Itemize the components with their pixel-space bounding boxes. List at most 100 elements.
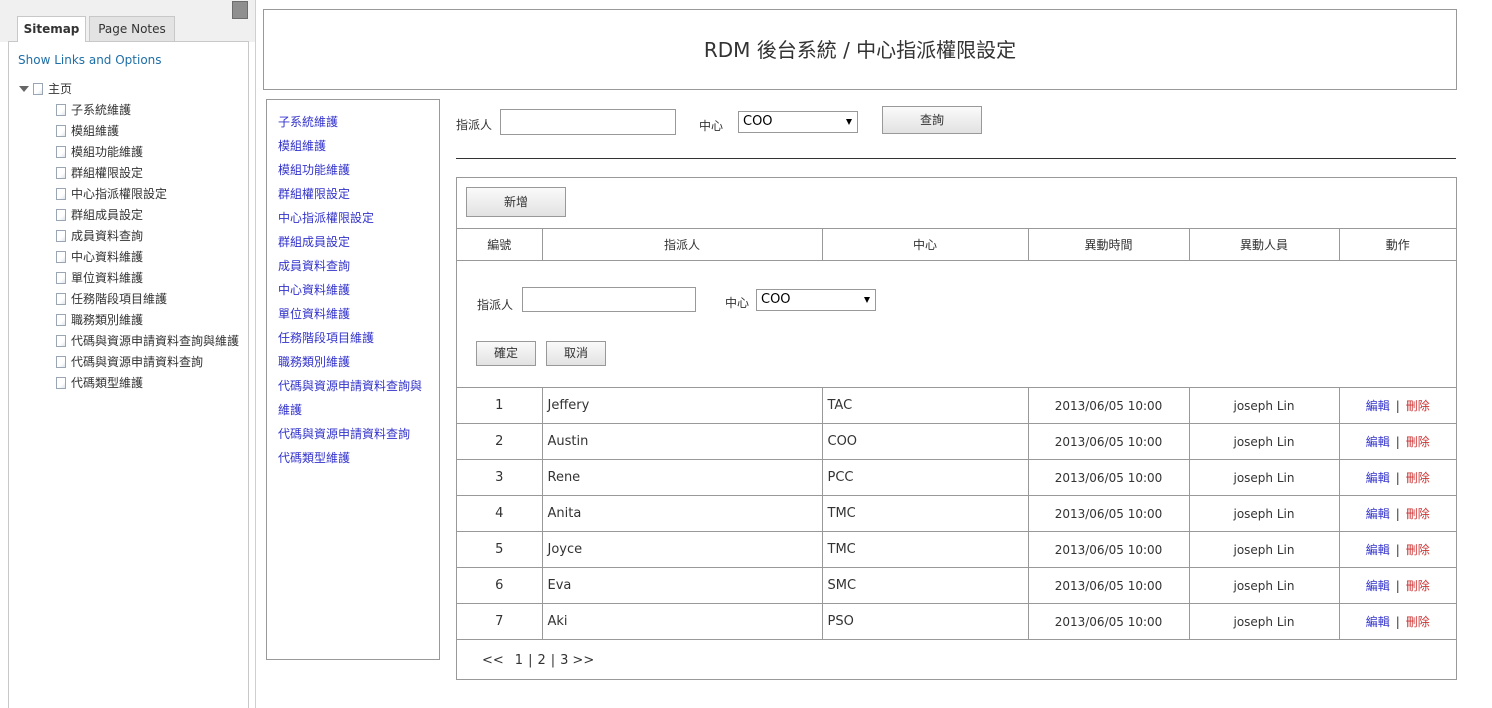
search-center-label: 中心 [699, 119, 724, 133]
tree-item[interactable]: 群組成員設定 [56, 207, 239, 228]
nav-link[interactable]: 職務類別維護 [278, 355, 350, 369]
form-center-value: COO [761, 292, 791, 307]
cell-assignee: Rene [541, 459, 823, 496]
nav-link[interactable]: 模組功能維護 [278, 163, 350, 177]
tree-item[interactable]: 中心資料維護 [56, 249, 239, 270]
expand-arrow-icon[interactable] [19, 85, 29, 92]
tree-item[interactable]: 模組維護 [56, 123, 239, 144]
page-icon [56, 166, 66, 179]
edit-link[interactable]: 編輯 [1366, 579, 1390, 593]
cell-id: 6 [457, 567, 543, 604]
form-assignee-input[interactable] [522, 287, 696, 312]
query-button[interactable]: 查詢 [882, 106, 982, 134]
action-separator: | [1395, 435, 1400, 449]
nav-link[interactable]: 中心資料維護 [278, 283, 350, 297]
cancel-button[interactable]: 取消 [546, 341, 606, 366]
tree-item[interactable]: 任務階段項目維護 [56, 291, 239, 312]
nav-link[interactable]: 中心指派權限設定 [278, 211, 374, 225]
nav-item[interactable]: 代碼類型維護 [278, 446, 428, 470]
page-icon [56, 145, 66, 158]
edit-link[interactable]: 編輯 [1366, 471, 1390, 485]
collapse-pane-button[interactable] [232, 1, 248, 19]
tab-sitemap[interactable]: Sitemap [17, 16, 86, 42]
form-center-select[interactable]: COO [756, 289, 876, 311]
pager-page[interactable]: 1 [515, 653, 523, 668]
nav-link[interactable]: 代碼類型維護 [278, 451, 350, 465]
nav-item[interactable]: 群組成員設定 [278, 230, 428, 254]
column-header-id: 編號 [457, 228, 543, 261]
cell-id: 1 [457, 387, 543, 424]
tree-item[interactable]: 子系統維護 [56, 102, 239, 123]
nav-item[interactable]: 模組功能維護 [278, 158, 428, 182]
edit-link[interactable]: 編輯 [1366, 399, 1390, 413]
tree-item[interactable]: 群組權限設定 [56, 165, 239, 186]
delete-link[interactable]: 刪除 [1406, 507, 1430, 521]
delete-link[interactable]: 刪除 [1406, 615, 1430, 629]
nav-item[interactable]: 職務類別維護 [278, 350, 428, 374]
nav-item[interactable]: 任務階段項目維護 [278, 326, 428, 350]
nav-item[interactable]: 模組維護 [278, 134, 428, 158]
delete-link[interactable]: 刪除 [1406, 399, 1430, 413]
pager-page[interactable]: 3 [560, 653, 568, 668]
nav-link[interactable]: 代碼與資源申請資料查詢 [278, 427, 410, 441]
delete-link[interactable]: 刪除 [1406, 579, 1430, 593]
nav-link[interactable]: 群組權限設定 [278, 187, 350, 201]
pager-next[interactable]: >> [572, 653, 594, 668]
nav-item[interactable]: 子系統維護 [278, 110, 428, 134]
tree-item[interactable]: 模組功能維護 [56, 144, 239, 165]
tree-item[interactable]: 代碼與資源申請資料查詢 [56, 354, 239, 375]
nav-link[interactable]: 任務階段項目維護 [278, 331, 374, 345]
nav-item[interactable]: 中心指派權限設定 [278, 206, 428, 230]
cell-assignee: Anita [541, 495, 823, 532]
tree-root-node[interactable]: 主页 [19, 81, 72, 97]
tree-item-label: 單位資料維護 [71, 271, 144, 285]
delete-link[interactable]: 刪除 [1406, 471, 1430, 485]
tree-item[interactable]: 成員資料查詢 [56, 228, 239, 249]
page-icon [56, 292, 66, 305]
edit-link[interactable]: 編輯 [1366, 435, 1390, 449]
cell-time: 2013/06/05 10:00 [1027, 423, 1190, 460]
search-center-select[interactable]: COO [738, 111, 858, 133]
tree-item[interactable]: 職務類別維護 [56, 312, 239, 333]
nav-list: 子系統維護模組維護模組功能維護 群組權限設定中心指派權限設定 群組成員設定 成員資料查… [267, 100, 439, 470]
nav-item[interactable]: 代碼與資源申請資料查詢 [278, 422, 428, 446]
nav-link[interactable]: 代碼與資源申請資料查詢與維護 [278, 379, 422, 417]
tree-item[interactable]: 單位資料維護 [56, 270, 239, 291]
tree-item[interactable]: 中心指派權限設定 [56, 186, 239, 207]
show-links-options-link[interactable]: Show Links and Options [18, 53, 162, 67]
nav-item[interactable]: 代碼與資源申請資料查詢與維護 [278, 374, 428, 422]
cell-time: 2013/06/05 10:00 [1027, 387, 1190, 424]
tree-item[interactable]: 代碼與資源申請資料查詢與維護 [56, 333, 239, 354]
tree-item-label: 模組功能維護 [71, 145, 144, 159]
add-button[interactable]: 新增 [466, 187, 566, 217]
cell-assignee: Austin [541, 423, 823, 460]
nav-item[interactable]: 中心資料維護 [278, 278, 428, 302]
tree-item-label: 中心指派權限設定 [71, 187, 168, 201]
pager-page[interactable]: 2 [537, 653, 545, 668]
nav-link[interactable]: 單位資料維護 [278, 307, 350, 321]
edit-link[interactable]: 編輯 [1366, 543, 1390, 557]
pager-prev[interactable]: << [482, 653, 504, 668]
cell-actions: 編輯 | 刪除 [1338, 459, 1456, 496]
edit-link[interactable]: 編輯 [1366, 615, 1390, 629]
tab-page-notes[interactable]: Page Notes [89, 16, 175, 41]
delete-link[interactable]: 刪除 [1406, 543, 1430, 557]
pagination: << 1 | 2 | 3 >> [482, 653, 594, 668]
nav-item[interactable]: 成員資料查詢 [278, 254, 428, 278]
cell-time: 2013/06/05 10:00 [1027, 603, 1190, 640]
nav-item[interactable]: 群組權限設定 [278, 182, 428, 206]
page-icon [56, 355, 66, 368]
delete-link[interactable]: 刪除 [1406, 435, 1430, 449]
table-row: 6 Eva SMC 2013/06/05 10:00 joseph Lin 編輯 | 刪除 [457, 567, 1456, 604]
nav-item[interactable]: 單位資料維護 [278, 302, 428, 326]
nav-link[interactable]: 子系統維護 [278, 115, 338, 129]
confirm-button[interactable]: 確定 [476, 341, 536, 366]
table-row: 3 Rene PCC 2013/06/05 10:00 joseph Lin 編輯 | 刪除 [457, 459, 1456, 496]
edit-link[interactable]: 編輯 [1366, 507, 1390, 521]
nav-link[interactable]: 群組成員設定 [278, 235, 350, 249]
nav-link[interactable]: 成員資料查詢 [278, 259, 350, 273]
search-assignee-input[interactable] [500, 109, 676, 135]
tree-item[interactable]: 代碼類型維護 [56, 375, 239, 396]
tree-item-label: 中心資料維護 [71, 250, 144, 264]
nav-link[interactable]: 模組維護 [278, 139, 326, 153]
